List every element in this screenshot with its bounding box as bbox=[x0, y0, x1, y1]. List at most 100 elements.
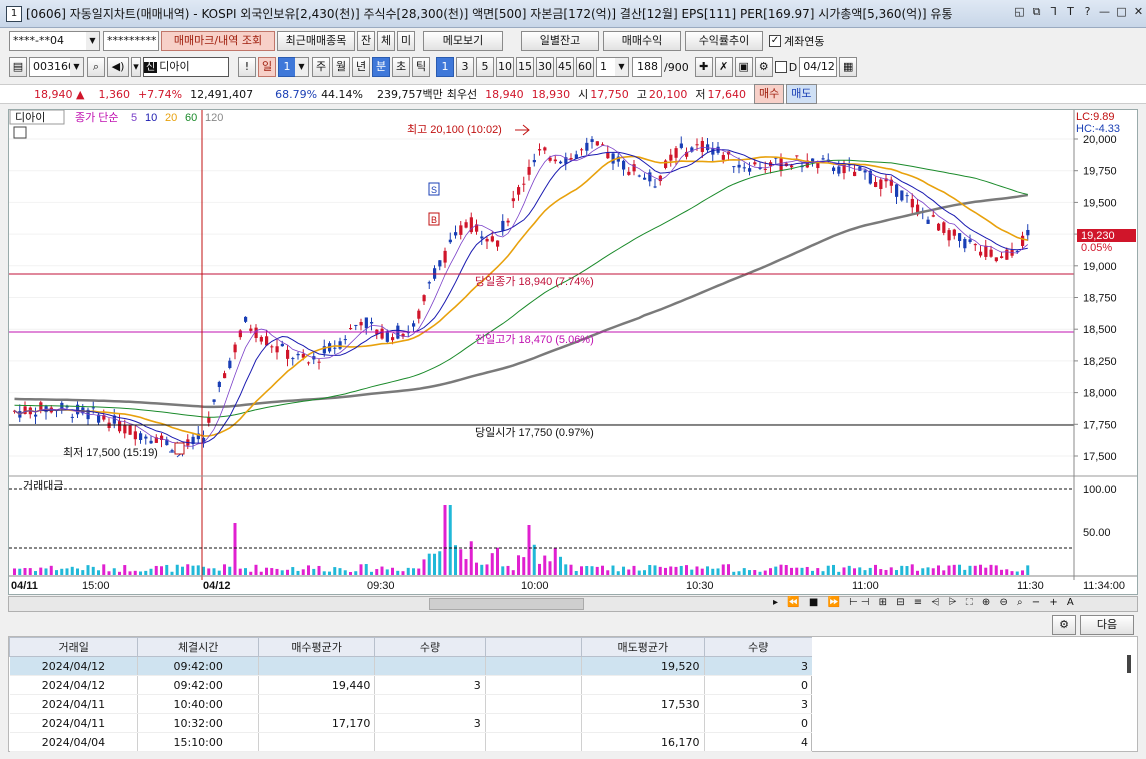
chart-scrollbar[interactable]: ▸ ⏪ ■ ⏩ ⊢⊣ ⊞ ⊟ ≡ ⩤ ⩥ ⛶ ⊕ ⊖ ⌕ − + A bbox=[8, 596, 1138, 612]
min-5-button[interactable]: 5 bbox=[476, 57, 494, 77]
executed-button[interactable]: 체 bbox=[377, 31, 395, 51]
period-daily-button[interactable]: 일 bbox=[258, 57, 276, 77]
col-header-0[interactable]: 거래일 bbox=[8, 637, 139, 657]
candle-body bbox=[695, 144, 699, 146]
stock-list-icon[interactable]: ▤ bbox=[9, 57, 27, 77]
chart-panel[interactable]: 당일종가 18,940 (7.74%) 전일고가 18,470 (5.06%) … bbox=[8, 109, 1138, 595]
min-15-button[interactable]: 15 bbox=[516, 57, 534, 77]
save-icon[interactable]: ▣ bbox=[734, 57, 753, 77]
pin-icon[interactable]: ᒣ bbox=[1046, 4, 1061, 20]
close-icon[interactable]: ✕ bbox=[1131, 4, 1146, 20]
col-header-2[interactable]: 매수평균가 bbox=[257, 637, 376, 657]
volume-bar bbox=[39, 567, 43, 575]
period-year-button[interactable]: 년 bbox=[352, 57, 370, 77]
crosshair-icon[interactable]: ✚ bbox=[694, 57, 713, 77]
candle-body bbox=[790, 165, 794, 168]
chevron-down-icon[interactable]: ▼ bbox=[615, 57, 629, 77]
unexecuted-button[interactable]: 미 bbox=[397, 31, 415, 51]
yield-trend-button[interactable]: 수익률추이 bbox=[685, 31, 763, 51]
period-month-button[interactable]: 월 bbox=[332, 57, 350, 77]
table-row[interactable]: 2024/04/12 09:42:00 19,440 3 0 bbox=[9, 675, 814, 695]
maximize-icon[interactable]: □ bbox=[1114, 4, 1129, 20]
layout-icon[interactable]: ◱ bbox=[1012, 4, 1027, 20]
period-tick-button[interactable]: 틱 bbox=[412, 57, 430, 77]
stock-code-input[interactable]: 003160 bbox=[29, 57, 75, 77]
help-icon[interactable]: ? bbox=[1080, 4, 1095, 20]
scroll-thumb[interactable] bbox=[429, 598, 584, 610]
col-header-6[interactable]: 수량 bbox=[703, 637, 814, 657]
volume-bar bbox=[811, 570, 814, 575]
min-30-button[interactable]: 30 bbox=[536, 57, 554, 77]
candle-body bbox=[427, 282, 431, 284]
price-chart[interactable]: 당일종가 18,940 (7.74%) 전일고가 18,470 (5.06%) … bbox=[9, 110, 1137, 594]
date-input[interactable]: 04/12 bbox=[799, 57, 838, 77]
trade-profit-button[interactable]: 매매수익 bbox=[603, 31, 681, 51]
warning-button[interactable]: ! bbox=[238, 57, 256, 77]
col-header-5[interactable]: 매도평균가 bbox=[581, 637, 705, 657]
draw-icon[interactable]: ✗ bbox=[714, 57, 733, 77]
table-row[interactable]: 2024/04/11 10:32:00 17,170 3 0 bbox=[9, 713, 814, 733]
min-60-button[interactable]: 60 bbox=[576, 57, 594, 77]
account-select[interactable]: ****-**04 bbox=[9, 31, 87, 51]
mark-view-button[interactable]: 매매마크/내역 조회 bbox=[161, 31, 275, 51]
daily-balance-button[interactable]: 일별잔고 bbox=[521, 31, 599, 51]
recent-trades-button[interactable]: 최근매매종목 bbox=[277, 31, 355, 51]
buy-button[interactable]: 매수 bbox=[754, 84, 785, 104]
period-minute-button[interactable]: 분 bbox=[372, 57, 390, 77]
calendar-icon[interactable]: ▦ bbox=[839, 57, 858, 77]
candle-body bbox=[1021, 235, 1025, 246]
chevron-down-icon[interactable]: ▼ bbox=[70, 57, 84, 77]
table-cell bbox=[258, 656, 376, 676]
candle-body bbox=[947, 230, 951, 241]
min-1-button[interactable]: 1 bbox=[436, 57, 454, 77]
d-checkbox[interactable]: D bbox=[774, 61, 797, 74]
account-link-checkbox[interactable]: ✓ 계좌연동 bbox=[769, 33, 824, 49]
chevron-down-icon[interactable]: ▼ bbox=[86, 31, 100, 51]
table-row[interactable]: 2024/04/12 09:42:00 19,520 3 bbox=[9, 656, 814, 676]
ma60-line bbox=[14, 159, 1028, 418]
chevron-down-icon[interactable]: ▾ bbox=[131, 57, 141, 77]
balance-button[interactable]: 잔 bbox=[357, 31, 375, 51]
restore-small-icon[interactable]: ⧉ bbox=[1029, 4, 1044, 20]
search-icon[interactable]: ⌕ bbox=[87, 57, 105, 77]
grid-gear-icon[interactable]: ⚙ bbox=[1052, 615, 1076, 635]
period-num[interactable]: 1 bbox=[278, 57, 296, 77]
speaker-icon[interactable]: ◀) bbox=[107, 57, 129, 77]
volume-bar bbox=[154, 565, 158, 575]
col-header-4[interactable] bbox=[484, 637, 583, 657]
toolbar-chart: ▤ 003160 ▼ ⌕ ◀) ▾ 신 디아이 ! 일 1 ▼ 주 월 년 분 초 틱… bbox=[0, 57, 1146, 77]
font-icon[interactable]: T bbox=[1063, 4, 1078, 20]
min-10-button[interactable]: 10 bbox=[496, 57, 514, 77]
table-row[interactable]: 2024/04/04 15:10:00 16,170 4 bbox=[9, 732, 814, 752]
grid-scroll-thumb[interactable] bbox=[1127, 655, 1131, 673]
min-45-button[interactable]: 45 bbox=[556, 57, 574, 77]
col-header-1[interactable]: 체결시간 bbox=[137, 637, 259, 657]
volume-bar bbox=[496, 547, 499, 575]
min-3-button[interactable]: 3 bbox=[456, 57, 474, 77]
scroll-controls[interactable]: ▸ ⏪ ■ ⏩ ⊢⊣ ⊞ ⊟ ≡ ⩤ ⩥ ⛶ ⊕ ⊖ ⌕ − + A bbox=[773, 597, 1077, 608]
change-rate: +7.74% bbox=[137, 87, 183, 101]
stock-name-box[interactable]: 신 디아이 bbox=[143, 57, 229, 77]
candle-body bbox=[149, 440, 153, 444]
volume-bar bbox=[81, 570, 85, 575]
period-second-button[interactable]: 초 bbox=[392, 57, 410, 77]
table-cell bbox=[581, 675, 705, 695]
period-week-button[interactable]: 주 bbox=[312, 57, 330, 77]
chevron-down-icon[interactable]: ▼ bbox=[295, 57, 309, 77]
bar-count-input[interactable]: 188 bbox=[632, 57, 662, 77]
table-row[interactable]: 2024/04/11 10:40:00 17,530 3 bbox=[9, 694, 814, 714]
memo-button[interactable]: 메모보기 bbox=[423, 31, 503, 51]
volume-bar bbox=[732, 571, 736, 575]
interval-input[interactable]: 1 bbox=[596, 57, 616, 77]
volume-bar bbox=[223, 564, 226, 575]
next-button[interactable]: 다음 bbox=[1080, 615, 1134, 635]
password-field[interactable]: ********* bbox=[103, 31, 159, 51]
gear-icon[interactable]: ⚙ bbox=[754, 57, 773, 77]
sell-button[interactable]: 매도 bbox=[786, 84, 817, 104]
volume-bar bbox=[349, 571, 352, 575]
volume-bar bbox=[879, 569, 883, 575]
candle-body bbox=[863, 170, 867, 173]
table-cell: 3 bbox=[374, 675, 486, 695]
col-header-3[interactable]: 수량 bbox=[374, 637, 486, 657]
minimize-icon[interactable]: — bbox=[1097, 4, 1112, 20]
